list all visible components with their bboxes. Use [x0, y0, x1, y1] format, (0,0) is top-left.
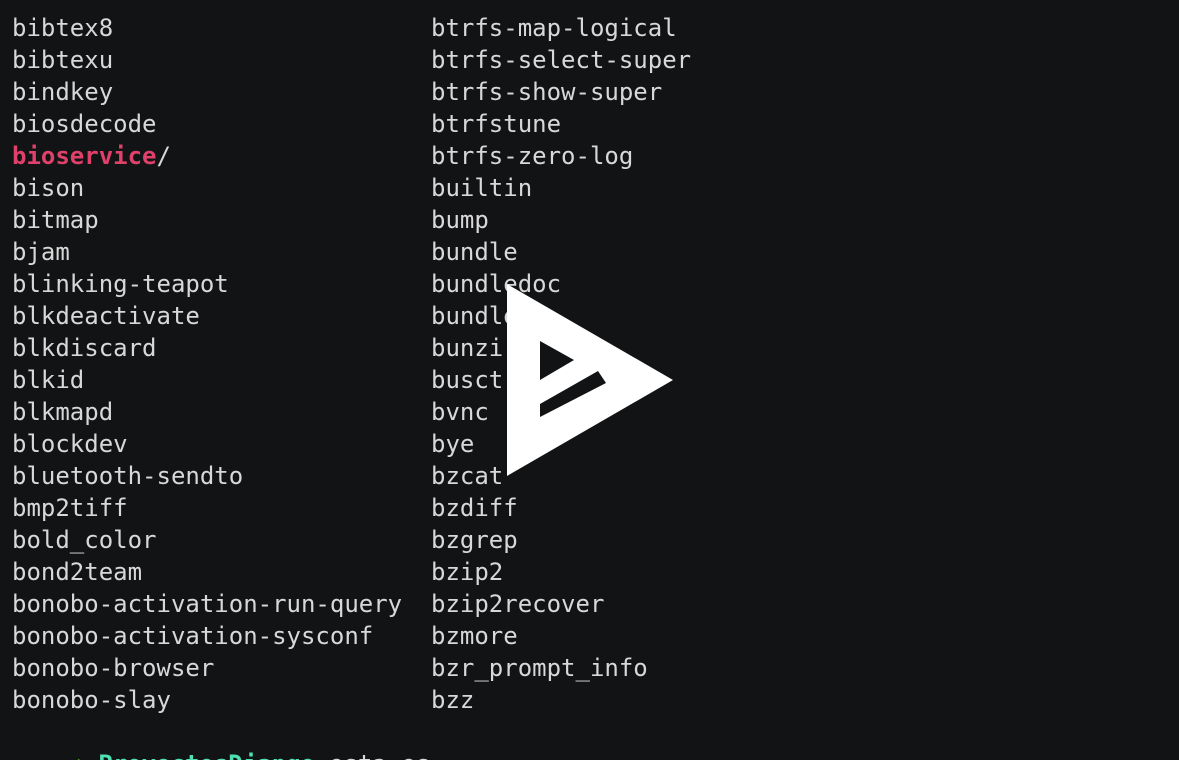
command-entry: btrfs-zero-log — [431, 140, 691, 172]
entry-name: busct — [431, 366, 504, 394]
entry-name: bzdiff — [431, 494, 518, 522]
entry-name: bindkey — [12, 78, 114, 106]
entry-name: blkmapd — [12, 398, 114, 426]
entry-name: bunzi — [431, 334, 504, 362]
entry-name: bison — [12, 174, 85, 202]
command-entry: blkdiscard — [12, 332, 431, 364]
entry-name: bzip2recover — [431, 590, 605, 618]
command-entry: bzip2 — [431, 556, 691, 588]
command-entry: blkmapd — [12, 396, 431, 428]
command-entry: bluetooth-sendto — [12, 460, 431, 492]
entry-name: bonobo-browser — [12, 654, 215, 682]
entry-name: bioservice — [12, 142, 157, 170]
command-entry: bump — [431, 204, 691, 236]
command-entry: btrfs-select-super — [431, 44, 691, 76]
command-input[interactable]: esta es — [329, 750, 430, 760]
directory-entry: bioservice/ — [12, 140, 431, 172]
command-entry: btrfs-map-logical — [431, 12, 691, 44]
command-entry: btrfstune — [431, 108, 691, 140]
command-entry: biosdecode — [12, 108, 431, 140]
entry-name: builtin — [431, 174, 533, 202]
command-entry: bmp2tiff — [12, 492, 431, 524]
entry-name: bitmap — [12, 206, 99, 234]
entry-name: bump — [431, 206, 489, 234]
command-entry: bzgrep — [431, 524, 691, 556]
prompt-cwd: ProyectosDjango — [98, 750, 315, 760]
command-entry: blinking-teapot — [12, 268, 431, 300]
command-entry: bond2team — [12, 556, 431, 588]
command-entry: bibtex8 — [12, 12, 431, 44]
command-entry: blkid — [12, 364, 431, 396]
entry-name: blinking-teapot — [12, 270, 229, 298]
entry-name: bzip2 — [431, 558, 504, 586]
entry-name: bonobo-activation-run-query — [12, 590, 403, 618]
entry-name: blockdev — [12, 430, 128, 458]
entry-name: blkdiscard — [12, 334, 157, 362]
entry-name: bye — [431, 430, 475, 458]
entry-name: bibtex8 — [12, 14, 114, 42]
entry-name: bundle — [431, 302, 518, 330]
entry-name: bzr_prompt_info — [431, 654, 648, 682]
entry-name: bonobo-activation-sysconf — [12, 622, 374, 650]
entry-name: bond2team — [12, 558, 143, 586]
command-entry: btrfs-show-super — [431, 76, 691, 108]
command-entry: blockdev — [12, 428, 431, 460]
entry-name: btrfs-map-logical — [431, 14, 677, 42]
command-entry: bibtexu — [12, 44, 431, 76]
command-entry: bzz — [431, 684, 691, 716]
listing-column-left: bibtex8 bibtexu bindkey biosdecode bioservic… — [12, 12, 431, 716]
command-entry: bonobo-activation-run-query — [12, 588, 431, 620]
command-entry: bindkey — [12, 76, 431, 108]
entry-name: bjam — [12, 238, 70, 266]
entry-name: bzcat — [431, 462, 504, 490]
entry-name: bzz — [431, 686, 475, 714]
entry-name: bmp2tiff — [12, 494, 128, 522]
command-entry: bundle — [431, 236, 691, 268]
entry-name: bzmore — [431, 622, 518, 650]
entry-name: bold_color — [12, 526, 157, 554]
entry-name: bvnc — [431, 398, 489, 426]
prompt-arrow-icon: ➜ — [70, 750, 84, 760]
entry-name: bluetooth-sendto — [12, 462, 244, 490]
entry-name: btrfs-show-super — [431, 78, 663, 106]
entry-suffix: / — [156, 142, 171, 170]
command-entry: bzmore — [431, 620, 691, 652]
command-entry: bold_color — [12, 524, 431, 556]
entry-name: bonobo-slay — [12, 686, 171, 714]
command-entry: bzdiff — [431, 492, 691, 524]
command-entry: builtin — [431, 172, 691, 204]
entry-name: biosdecode — [12, 110, 157, 138]
command-entry: bzr_prompt_info — [431, 652, 691, 684]
entry-name: btrfs-zero-log — [431, 142, 634, 170]
command-entry: bzip2recover — [431, 588, 691, 620]
command-entry: bonobo-browser — [12, 652, 431, 684]
command-entry: bjam — [12, 236, 431, 268]
asciinema-play-logo-icon[interactable] — [507, 284, 673, 476]
entry-name: bundle — [431, 238, 518, 266]
entry-name: blkid — [12, 366, 85, 394]
command-entry: bitmap — [12, 204, 431, 236]
command-entry: bonobo-slay — [12, 684, 431, 716]
entry-name: bibtexu — [12, 46, 114, 74]
command-entry: bonobo-activation-sysconf — [12, 620, 431, 652]
entry-name: btrfstune — [431, 110, 562, 138]
shell-prompt[interactable]: ➜ ProyectosDjango esta es — [12, 716, 430, 760]
entry-name: blkdeactivate — [12, 302, 200, 330]
entry-name: bzgrep — [431, 526, 518, 554]
command-entry: bison — [12, 172, 431, 204]
entry-name: btrfs-select-super — [431, 46, 692, 74]
command-entry: blkdeactivate — [12, 300, 431, 332]
terminal-window[interactable]: bibtex8 bibtexu bindkey biosdecode bioservic… — [0, 0, 1179, 760]
